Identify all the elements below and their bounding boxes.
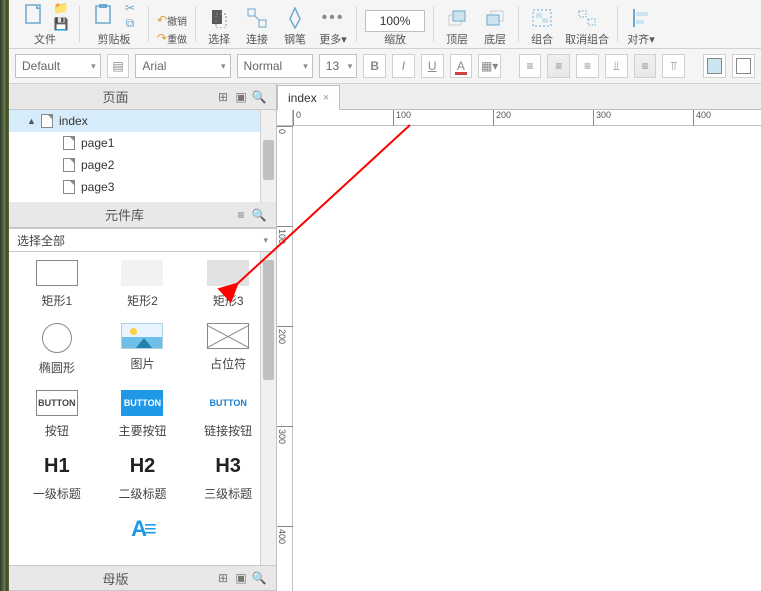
new-file-icon[interactable] xyxy=(19,0,49,28)
widget-sh-rect3[interactable]: 矩形3 xyxy=(190,260,266,309)
widget-sh-h[interactable]: H2二级标题 xyxy=(105,453,181,502)
widget-paragraph[interactable]: A≡ xyxy=(105,516,181,542)
valign-top-button[interactable]: ⫫ xyxy=(605,54,628,78)
undo-group[interactable]: ↶ 撤销 ↷ 重做 xyxy=(153,0,191,48)
add-master-icon[interactable]: ⊞ xyxy=(214,569,232,587)
connect-icon[interactable] xyxy=(242,4,272,32)
more-tool[interactable]: ••• 更多▾ xyxy=(314,0,352,48)
format-toolbar: Default ▤ Arial Normal 13 B I U A ▦▾ ≡ ≡… xyxy=(9,49,761,84)
ruler-horizontal: 0100200300400 xyxy=(293,110,761,126)
align-center-button[interactable]: ≡ xyxy=(547,54,570,78)
widget-sh-h[interactable]: H3三级标题 xyxy=(190,453,266,502)
font-combo[interactable]: Arial xyxy=(135,54,230,78)
page-icon xyxy=(63,136,75,150)
ruler-corner xyxy=(277,110,293,126)
add-folder-icon[interactable]: ▣ xyxy=(232,88,250,106)
group-tool[interactable]: 组合 xyxy=(523,0,561,48)
page-row-index[interactable]: ▲index xyxy=(9,110,276,132)
search-pages-icon[interactable]: 🔍 xyxy=(250,88,268,106)
canvas-tabstrip: index × xyxy=(277,84,761,110)
widget-sh-rect1[interactable]: 矩形1 xyxy=(19,260,95,309)
ruler-vertical: 0100200300400 xyxy=(277,110,293,591)
zoom-group[interactable]: 100% 缩放 xyxy=(361,0,429,48)
align-icon[interactable] xyxy=(626,4,656,32)
library-scrollbar[interactable] xyxy=(260,252,276,565)
widget-library: 矩形1矩形2矩形3 椭圆形图片占位符 BUTTON按钮BUTTON主要按钮BUTTO… xyxy=(9,252,276,565)
weight-combo[interactable]: Normal xyxy=(237,54,313,78)
ungroup-tool[interactable]: 取消组合 xyxy=(561,0,613,48)
library-menu-icon[interactable]: ≡ xyxy=(232,206,250,224)
ungroup-icon[interactable] xyxy=(572,4,602,32)
pen-icon[interactable] xyxy=(280,4,310,32)
line-color-button[interactable] xyxy=(732,54,755,78)
connect-tool[interactable]: 连接 xyxy=(238,0,276,48)
file-label: 文件 xyxy=(34,32,56,46)
tab-index[interactable]: index × xyxy=(277,85,340,110)
open-icon[interactable]: 📁 xyxy=(51,0,71,16)
zoom-input[interactable]: 100% xyxy=(365,10,425,32)
back-tool[interactable]: 底层 xyxy=(476,0,514,48)
close-tab-icon[interactable]: × xyxy=(323,92,329,104)
search-masters-icon[interactable]: 🔍 xyxy=(250,569,268,587)
front-icon[interactable] xyxy=(442,4,472,32)
page-row-page3[interactable]: page3 xyxy=(9,176,276,198)
widget-sh-rect2[interactable]: 矩形2 xyxy=(105,260,181,309)
library-filter[interactable]: 选择全部 ▾ xyxy=(9,228,276,252)
pen-tool[interactable]: 钢笔 xyxy=(276,0,314,48)
valign-bot-button[interactable]: ⫪ xyxy=(662,54,685,78)
group-icon[interactable] xyxy=(527,4,557,32)
save-icon[interactable]: 💾 xyxy=(51,16,71,32)
select-icon[interactable] xyxy=(204,4,234,32)
window-edge xyxy=(0,0,9,591)
search-library-icon[interactable]: 🔍 xyxy=(250,206,268,224)
pages-panel-header: 页面 ⊞ ▣ 🔍 xyxy=(9,84,276,110)
page-icon xyxy=(63,180,75,194)
pages-scrollbar[interactable] xyxy=(260,110,276,202)
page-row-page1[interactable]: page1 xyxy=(9,132,276,154)
text-color-button[interactable]: A xyxy=(450,54,473,78)
main-toolbar: 📁 💾 文件 ✂ ⧉ 剪贴板 ↶ 撤销 ↷ 重做 选择 连接 钢笔 ••• xyxy=(9,0,761,49)
valign-mid-button[interactable]: ≡ xyxy=(634,54,657,78)
widget-sh-btn2[interactable]: BUTTON主要按钮 xyxy=(105,390,181,439)
underline-button[interactable]: U xyxy=(421,54,444,78)
page-icon xyxy=(41,114,53,128)
more-icon[interactable]: ••• xyxy=(318,4,348,32)
widget-sh-btn3[interactable]: BUTTON链接按钮 xyxy=(190,390,266,439)
more-text-button[interactable]: ▦▾ xyxy=(478,54,501,78)
align-right-button[interactable]: ≡ xyxy=(576,54,599,78)
add-master-folder-icon[interactable]: ▣ xyxy=(232,569,250,587)
style-manage-icon[interactable]: ▤ xyxy=(107,54,130,78)
fill-color-button[interactable] xyxy=(703,54,726,78)
page-icon xyxy=(63,158,75,172)
widget-sh-h[interactable]: H1一级标题 xyxy=(19,453,95,502)
italic-button[interactable]: I xyxy=(392,54,415,78)
copy-icon[interactable]: ⧉ xyxy=(120,16,140,32)
masters-panel-header: 母版 ⊞ ▣ 🔍 xyxy=(9,565,276,591)
size-combo[interactable]: 13 xyxy=(319,54,358,78)
clipboard-label: 剪贴板 xyxy=(98,32,131,46)
library-panel-header: 元件库 ≡ 🔍 xyxy=(9,202,276,228)
style-combo[interactable]: Default xyxy=(15,54,101,78)
cut-icon[interactable]: ✂ xyxy=(120,0,140,16)
page-row-page2[interactable]: page2 xyxy=(9,154,276,176)
front-tool[interactable]: 顶层 xyxy=(438,0,476,48)
widget-sh-img[interactable]: 图片 xyxy=(105,323,181,376)
redo-button[interactable]: ↷ 重做 xyxy=(157,30,187,46)
undo-button[interactable]: ↶ 撤销 xyxy=(157,12,187,28)
left-panel: 页面 ⊞ ▣ 🔍 ▲indexpage1page2page3 元件库 ≡ 🔍 选… xyxy=(9,84,277,591)
widget-sh-circle[interactable]: 椭圆形 xyxy=(19,323,95,376)
bold-button[interactable]: B xyxy=(363,54,386,78)
back-icon[interactable] xyxy=(480,4,510,32)
pages-tree: ▲indexpage1page2page3 xyxy=(9,110,276,202)
paste-icon[interactable] xyxy=(88,0,118,28)
align-tool[interactable]: 对齐▾ xyxy=(622,0,660,48)
add-page-icon[interactable]: ⊞ xyxy=(214,88,232,106)
clipboard-group[interactable]: ✂ ⧉ 剪贴板 xyxy=(84,0,144,48)
align-left-button[interactable]: ≡ xyxy=(519,54,542,78)
widget-sh-ph[interactable]: 占位符 xyxy=(190,323,266,376)
file-group[interactable]: 📁 💾 文件 xyxy=(15,0,75,48)
widget-sh-btn1[interactable]: BUTTON按钮 xyxy=(19,390,95,439)
design-canvas[interactable] xyxy=(293,126,761,591)
select-tool[interactable]: 选择 xyxy=(200,0,238,48)
